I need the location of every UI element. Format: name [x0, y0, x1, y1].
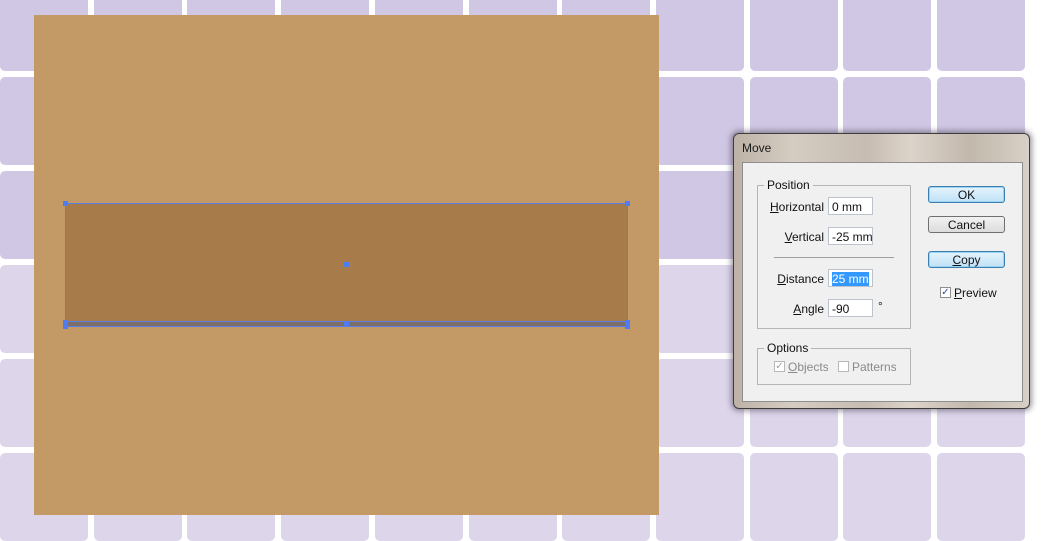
patterns-checkbox[interactable]	[838, 361, 849, 372]
handle-center[interactable]	[344, 262, 349, 267]
patterns-label: Patterns	[852, 360, 896, 374]
dialog-body: Position Horizontal 0 mm Vertical -25 mm…	[742, 162, 1023, 402]
preview-checkbox[interactable]: ✓	[940, 287, 951, 298]
copy-button[interactable]: Copy	[928, 251, 1005, 268]
preview-label: Preview	[954, 286, 997, 300]
angle-input[interactable]: -90	[828, 299, 873, 317]
selection-edge-left	[65, 203, 66, 325]
background-tile	[937, 0, 1025, 71]
background-tile	[655, 0, 744, 71]
background-tile	[655, 171, 744, 259]
background-tile	[655, 265, 744, 353]
position-group: Position Horizontal 0 mm Vertical -25 mm…	[757, 178, 911, 329]
cancel-button[interactable]: Cancel	[928, 216, 1005, 233]
background-tile	[843, 0, 932, 71]
background-tile	[655, 359, 744, 447]
vertical-label: Vertical	[784, 230, 824, 244]
degree-symbol: °	[878, 299, 883, 313]
selection-edge-bottom	[65, 326, 628, 327]
objects-checkbox[interactable]: ✓	[774, 361, 785, 372]
options-group-label: Options	[764, 341, 812, 355]
background-tile	[655, 77, 744, 165]
selection-edge-right	[627, 203, 628, 325]
vertical-input[interactable]: -25 mm	[828, 227, 873, 245]
handle-top-right[interactable]	[625, 201, 630, 206]
move-dialog: Move Position Horizontal 0 mm Vertical -…	[733, 133, 1030, 409]
distance-input[interactable]: 25 mm	[828, 269, 873, 287]
position-separator	[774, 257, 894, 258]
options-group: Options ✓ Objects Patterns	[757, 341, 911, 385]
handle-bottom-right[interactable]	[625, 324, 630, 329]
background-tile	[749, 0, 838, 71]
background-tile	[843, 453, 932, 541]
background-tile	[655, 453, 744, 541]
selection-edge-top	[65, 203, 628, 204]
distance-label: Distance	[777, 272, 824, 286]
handle-top-left[interactable]	[63, 201, 68, 206]
angle-label: Angle	[793, 302, 824, 316]
background-tile	[937, 453, 1025, 541]
horizontal-input[interactable]: 0 mm	[828, 197, 873, 215]
position-group-label: Position	[764, 178, 813, 192]
dialog-title: Move	[742, 141, 772, 155]
ok-button[interactable]: OK	[928, 186, 1005, 203]
objects-label: Objects	[788, 360, 828, 374]
background-tile	[749, 453, 838, 541]
handle-bottom-center[interactable]	[344, 321, 349, 326]
horizontal-label: Horizontal	[769, 200, 824, 214]
handle-bottom-left[interactable]	[63, 324, 68, 329]
